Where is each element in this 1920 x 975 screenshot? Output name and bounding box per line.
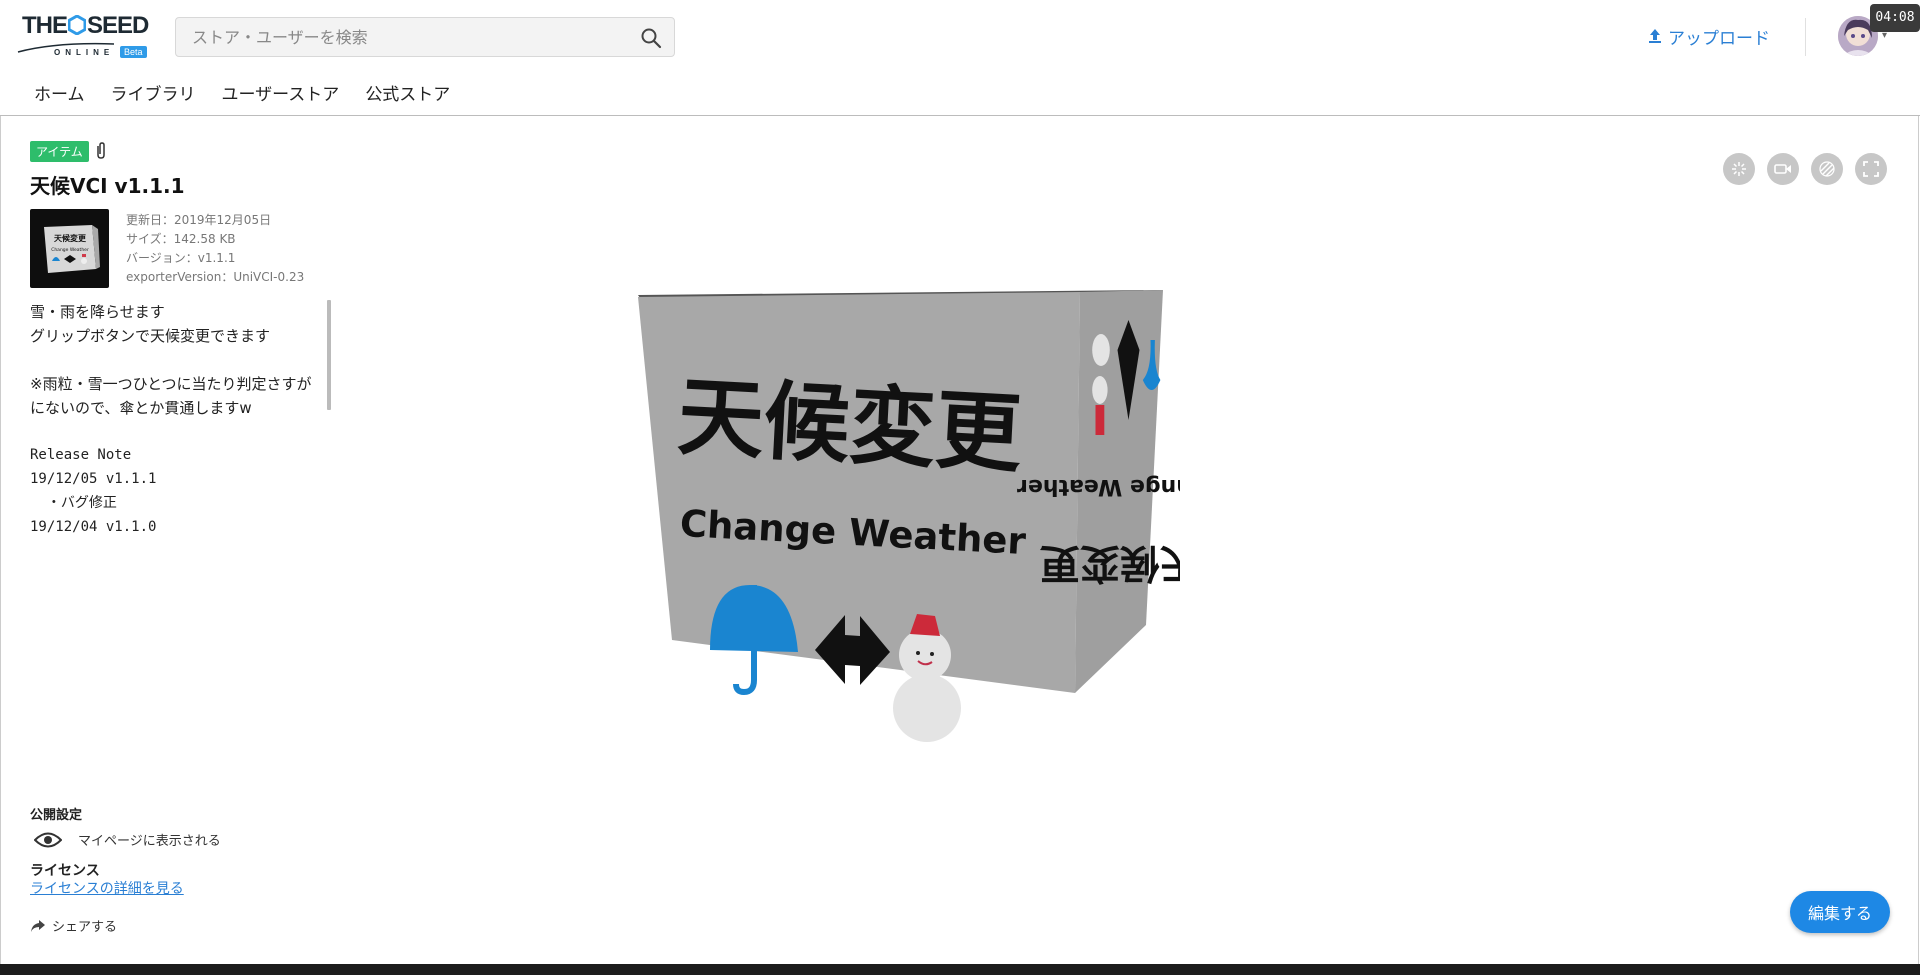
item-title: 天候VCI v1.1.1: [30, 174, 185, 198]
card-border: [1918, 116, 1919, 966]
search-icon[interactable]: [640, 27, 662, 49]
upload-button[interactable]: アップロード: [1648, 24, 1770, 49]
main-nav: ホーム ライブラリ ユーザーストア 公式ストア: [0, 80, 450, 110]
upload-label: アップロード: [1668, 28, 1770, 49]
search-box: [175, 17, 675, 57]
beta-badge: Beta: [120, 46, 147, 58]
eye-icon: [34, 832, 62, 847]
clock-overlay: 04:08: [1870, 4, 1920, 32]
item-description: 雪・雨を降らせます グリップボタンで天候変更できます ※雨粒・雪一つひとつに当た…: [30, 303, 312, 417]
nav-item-official-store[interactable]: 公式ストア: [365, 80, 450, 110]
thumbnail-title: 天候変更: [54, 233, 87, 243]
card-border: [0, 116, 1, 966]
site-logo[interactable]: THE SEED ONLINE Beta: [16, 12, 156, 62]
cube-front-face: [638, 292, 1080, 693]
thumbnail-cube-icon: 天候変更 Change Weather: [44, 225, 100, 273]
item-info-panel: アイテム 天候VCI v1.1.1 天候変更 Change Weather 更新…: [30, 140, 340, 288]
thumbnail-subtitle: Change Weather: [51, 247, 89, 253]
meta-updated: 更新日：2019年12月05日: [126, 213, 272, 227]
meta-size: サイズ：142.58 KB: [126, 232, 236, 246]
meta-row: 天候変更 Change Weather 更新日：2019年12月05日 サイズ：…: [30, 209, 340, 288]
header-divider: [1805, 18, 1806, 56]
video-camera-icon[interactable]: [1767, 153, 1799, 185]
cube-front-title: 天候変更: [675, 367, 1025, 485]
nav-item-home[interactable]: ホーム: [34, 80, 85, 110]
logo-word-seed: SEED: [87, 12, 149, 39]
meta-exporter: exporterVersion：UniVCI-0.23: [126, 270, 305, 284]
item-meta: 更新日：2019年12月05日 サイズ：142.58 KB バージョン：v1.1…: [126, 211, 304, 288]
item-thumbnail[interactable]: 天候変更 Change Weather: [30, 209, 109, 288]
tag-row: アイテム: [30, 140, 340, 162]
share-button[interactable]: シェアする: [30, 916, 117, 935]
nav-item-library[interactable]: ライブラリ: [111, 80, 196, 110]
search-input[interactable]: [176, 18, 631, 56]
license-details-link[interactable]: ライセンスの詳細を見る: [30, 878, 184, 898]
3d-model-viewer[interactable]: 天候変更 Change Weather Change Weather 天候変更: [620, 280, 1180, 780]
upload-icon: [1649, 29, 1661, 43]
share-label: シェアする: [52, 920, 118, 935]
license-title: ライセンス: [30, 863, 100, 879]
visibility-row: マイページに表示される: [34, 830, 221, 849]
logo-wordmark: THE SEED: [22, 12, 149, 40]
description-scrollbar[interactable]: [327, 300, 331, 410]
hexagon-logo-icon: [68, 15, 86, 35]
share-arrow-icon: [31, 919, 45, 932]
publish-settings-title: 公開設定: [30, 808, 83, 823]
item-type-badge: アイテム: [30, 140, 89, 162]
edit-button[interactable]: 編集する: [1790, 891, 1890, 933]
top-header: THESEED ONLINE Beta アップロード ▾ 04:08: [0, 0, 1920, 72]
logo-subtitle: ONLINE: [54, 48, 115, 57]
viewer-toolbar: [1723, 153, 1899, 185]
bottom-bar: [0, 964, 1920, 975]
logo-word-the: THE: [22, 12, 68, 39]
release-note: Release Note 19/12/05 v1.1.1 ・バグ修正 19/12…: [30, 447, 157, 535]
fullscreen-icon[interactable]: [1855, 153, 1887, 185]
cube-side-subtitle: Change Weather: [1017, 474, 1180, 499]
nav-divider: [0, 115, 1920, 116]
visibility-label: マイページに表示される: [78, 834, 221, 849]
description-area[interactable]: 雪・雨を降らせます グリップボタンで天候変更できます ※雨粒・雪一つひとつに当た…: [30, 300, 330, 417]
nav-item-user-store[interactable]: ユーザーストア: [222, 80, 340, 110]
cube-side-title: 天候変更: [1039, 540, 1180, 586]
hatch-pattern-icon[interactable]: [1811, 153, 1843, 185]
spinner-icon[interactable]: [1723, 153, 1755, 185]
meta-version: バージョン：v1.1.1: [126, 251, 236, 265]
paperclip-icon[interactable]: [93, 141, 109, 161]
